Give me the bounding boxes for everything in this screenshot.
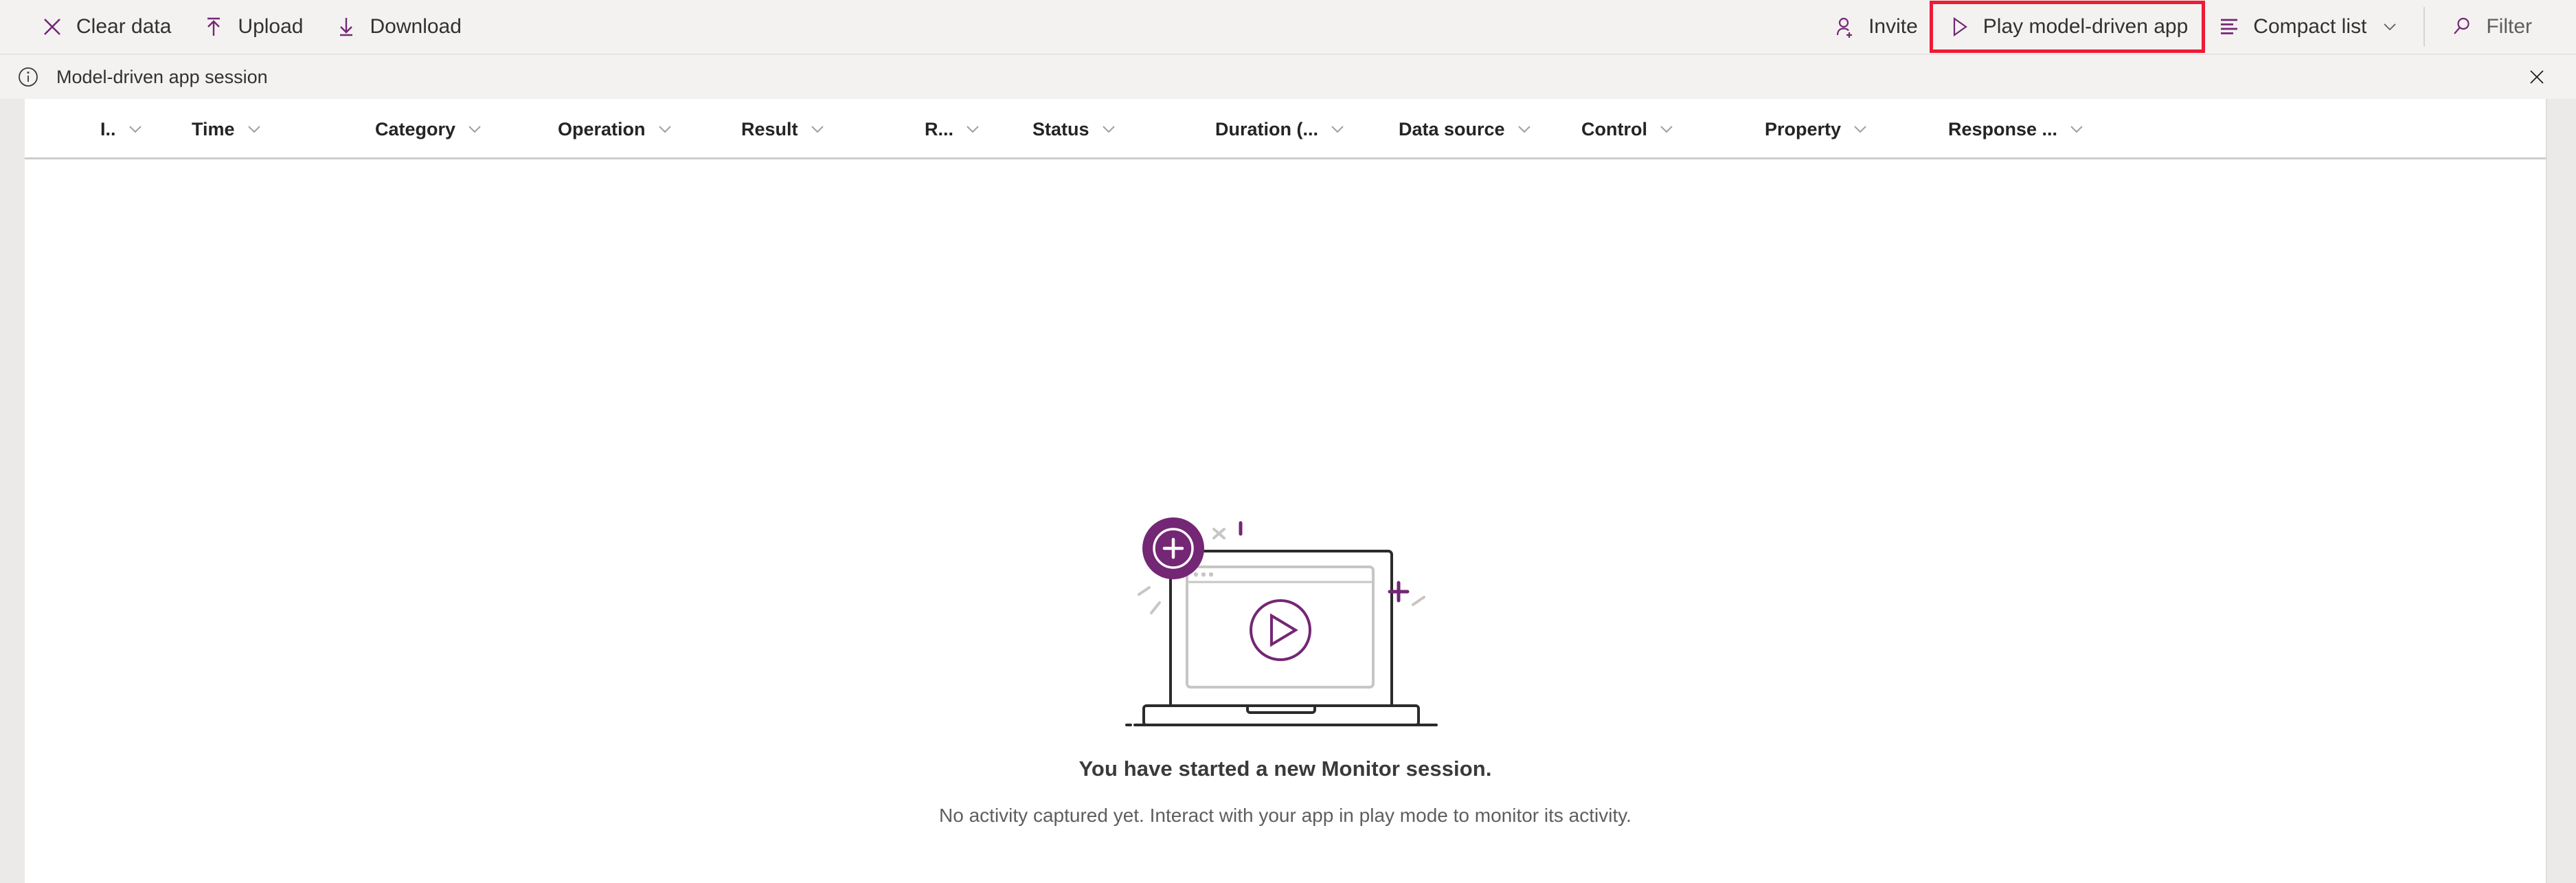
column-label: Property: [1765, 118, 1842, 139]
column-label: Time: [192, 118, 235, 139]
right-gutter-scrollbar[interactable]: [2546, 99, 2576, 883]
chevron-down-icon: [1656, 119, 1677, 139]
command-bar-left-group: Clear data Upload Download: [25, 0, 477, 54]
left-gutter: [0, 99, 25, 883]
command-bar: Clear data Upload Download Invite Play m…: [0, 0, 2576, 54]
column-label: Duration (...: [1215, 118, 1318, 139]
chevron-down-icon: [655, 119, 675, 139]
column-header-status[interactable]: Status: [1032, 99, 1119, 159]
column-header-category[interactable]: Category: [375, 99, 485, 159]
column-header-duration[interactable]: Duration (...: [1215, 99, 1348, 159]
filter-button[interactable]: Filter: [2434, 5, 2547, 48]
upload-label: Upload: [238, 15, 304, 38]
search-icon: [2450, 14, 2474, 39]
close-icon: [2530, 70, 2544, 84]
column-header-response[interactable]: Response ...: [1948, 99, 2087, 159]
column-header-r[interactable]: R...: [925, 99, 983, 159]
column-header-time[interactable]: Time: [192, 99, 264, 159]
monitor-app-window: Clear data Upload Download Invite Play m…: [0, 0, 2576, 883]
chevron-down-icon: [2066, 119, 2087, 139]
play-outline-icon: [1947, 14, 1971, 39]
grid-area: I.. Time Category Operation Result R... …: [0, 99, 2576, 883]
empty-state-title: You have started a new Monitor session.: [1078, 757, 1492, 781]
column-label: Operation: [558, 118, 646, 139]
chevron-down-icon: [1327, 119, 1348, 139]
column-header-index[interactable]: I..: [100, 99, 146, 159]
column-label: Response ...: [1948, 118, 2058, 139]
column-label: Category: [375, 118, 456, 139]
chevron-down-icon: [464, 119, 485, 139]
invite-label: Invite: [1868, 15, 1918, 38]
info-bar-close-button[interactable]: [2518, 58, 2555, 96]
column-label: Status: [1032, 118, 1089, 139]
column-header-control[interactable]: Control: [1581, 99, 1677, 159]
chevron-down-icon: [1098, 119, 1119, 139]
list-lines-icon: [2217, 14, 2241, 39]
play-model-driven-app-button[interactable]: Play model-driven app: [1929, 1, 2206, 53]
column-label: R...: [925, 118, 954, 139]
toolbar-divider: [2424, 7, 2426, 47]
download-button[interactable]: Download: [319, 5, 477, 48]
chevron-down-icon: [244, 119, 264, 139]
add-person-icon: [1832, 14, 1857, 39]
chevron-down-icon: [125, 119, 146, 139]
laptop-play-illustration: [1124, 506, 1447, 733]
chevron-down-icon: [2381, 18, 2399, 36]
column-label: Result: [741, 118, 798, 139]
column-header-operation[interactable]: Operation: [558, 99, 675, 159]
grid-header-row: I.. Time Category Operation Result R... …: [25, 99, 2546, 159]
chevron-down-icon: [1850, 119, 1871, 139]
clear-data-button[interactable]: Clear data: [25, 5, 186, 48]
compact-list-label: Compact list: [2253, 15, 2367, 38]
chevron-down-icon: [807, 119, 828, 139]
info-circle-icon: [15, 64, 41, 90]
info-bar-message: Model-driven app session: [56, 66, 268, 87]
column-header-property[interactable]: Property: [1765, 99, 1871, 159]
info-bar: Model-driven app session: [0, 54, 2576, 99]
empty-state-subtitle: No activity captured yet. Interact with …: [939, 805, 1631, 826]
grid-body: You have started a new Monitor session. …: [25, 159, 2546, 883]
download-label: Download: [370, 15, 462, 38]
compact-list-button[interactable]: Compact list: [2202, 5, 2414, 48]
column-header-result[interactable]: Result: [741, 99, 828, 159]
column-label: I..: [100, 118, 116, 139]
close-x-icon: [40, 14, 65, 39]
column-label: Control: [1581, 118, 1647, 139]
upload-icon: [201, 14, 226, 39]
command-bar-right-group: Invite Play model-driven app Compact lis…: [1817, 0, 2547, 54]
invite-button[interactable]: Invite: [1817, 5, 1933, 48]
empty-state: You have started a new Monitor session. …: [25, 506, 2546, 827]
info-bar-content: Model-driven app session: [15, 64, 268, 90]
chevron-down-icon: [962, 119, 983, 139]
download-icon: [334, 14, 359, 39]
upload-button[interactable]: Upload: [186, 5, 318, 48]
chevron-down-icon: [1514, 119, 1535, 139]
monitor-grid: I.. Time Category Operation Result R... …: [25, 99, 2546, 883]
clear-data-label: Clear data: [76, 15, 172, 38]
play-model-driven-app-label: Play model-driven app: [1982, 15, 2189, 38]
filter-label: Filter: [2486, 15, 2532, 38]
column-header-datasource[interactable]: Data source: [1399, 99, 1535, 159]
column-label: Data source: [1399, 118, 1505, 139]
